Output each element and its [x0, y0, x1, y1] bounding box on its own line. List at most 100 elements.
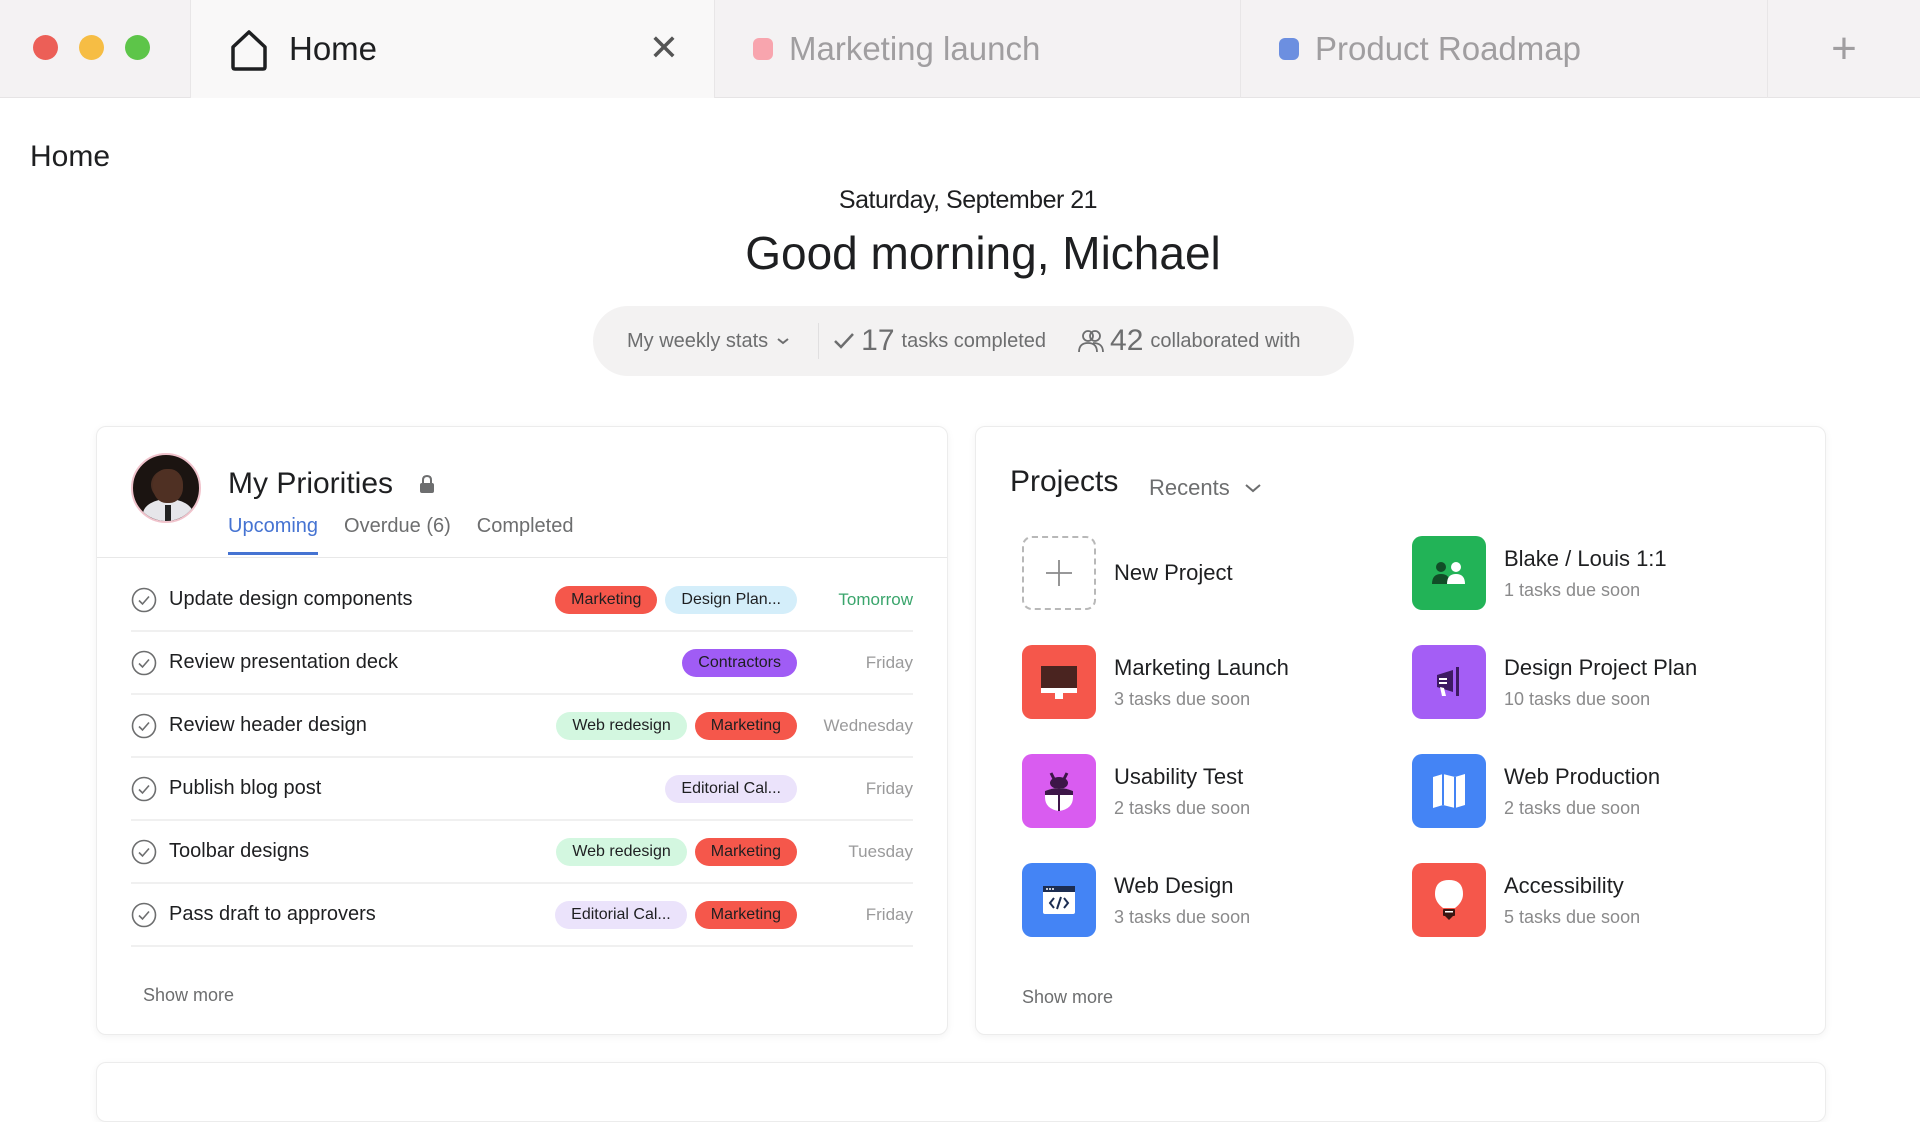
- task-row[interactable]: Publish blog post Editorial Cal... Friday: [131, 758, 913, 821]
- greeting: Good morning, Michael: [745, 227, 1221, 279]
- project-tag[interactable]: Marketing: [555, 585, 658, 614]
- weekly-stats-label: My weekly stats: [627, 329, 769, 352]
- task-row[interactable]: Toolbar designs Web redesign Marketing Tues…: [131, 821, 913, 884]
- task-list: Update design components Marketing Design …: [131, 569, 913, 947]
- project-tag[interactable]: Contractors: [682, 648, 797, 677]
- new-tab-button[interactable]: +: [1767, 0, 1920, 98]
- project-tag[interactable]: Marketing: [694, 900, 797, 929]
- map-icon: [1412, 754, 1486, 828]
- project-text: Accessibility 5 tasks due soon: [1504, 873, 1640, 928]
- my-priorities-card: My Priorities Upcoming Overdue (6) Compl…: [96, 426, 948, 1035]
- complete-task-checkbox[interactable]: [131, 587, 157, 613]
- tab-completed[interactable]: Completed: [477, 515, 574, 555]
- tab-label: Product Roadmap: [1315, 30, 1581, 67]
- project-name: Accessibility: [1504, 872, 1624, 898]
- tab-overdue[interactable]: Overdue (6): [344, 515, 451, 555]
- show-more-tasks-link[interactable]: Show more: [143, 985, 234, 1006]
- task-name[interactable]: Toolbar designs: [169, 840, 556, 863]
- check-icon: [834, 333, 855, 349]
- project-name: Web Production: [1504, 763, 1661, 789]
- project-text: New Project: [1114, 560, 1233, 586]
- project-item-marketing-launch[interactable]: Marketing Launch 3 tasks due soon: [1022, 644, 1382, 720]
- complete-task-checkbox[interactable]: [131, 650, 157, 676]
- project-text: Web Design 3 tasks due soon: [1114, 873, 1250, 928]
- task-name[interactable]: Review presentation deck: [169, 651, 682, 674]
- complete-task-checkbox[interactable]: [131, 902, 157, 928]
- project-tag[interactable]: Editorial Cal...: [555, 900, 687, 929]
- weekly-stats-dropdown[interactable]: My weekly stats: [627, 330, 790, 353]
- tab-upcoming[interactable]: Upcoming: [228, 515, 319, 555]
- project-due-count: 1 tasks due soon: [1504, 579, 1641, 600]
- window-zoom-button[interactable]: [125, 35, 150, 60]
- collaborated-count: 42: [1110, 324, 1144, 357]
- new-project-button[interactable]: New Project: [1022, 535, 1382, 611]
- task-tags: Editorial Cal...: [665, 774, 797, 803]
- project-item-web-design[interactable]: Web Design 3 tasks due soon: [1022, 862, 1382, 938]
- project-color-dot: [753, 38, 773, 60]
- tab-label: Marketing launch: [789, 30, 1041, 67]
- lock-icon: [420, 475, 434, 493]
- task-due-date: Wednesday: [823, 715, 913, 735]
- tab-marketing-launch[interactable]: Marketing launch: [714, 0, 1240, 98]
- tab-product-roadmap[interactable]: Product Roadmap: [1240, 0, 1767, 98]
- task-row[interactable]: Pass draft to approvers Editorial Cal... M…: [131, 884, 913, 947]
- complete-task-checkbox[interactable]: [131, 713, 157, 739]
- show-more-projects-link[interactable]: Show more: [1022, 987, 1113, 1008]
- task-tags: Marketing Design Plan...: [555, 585, 797, 614]
- avatar[interactable]: [131, 453, 201, 523]
- project-text: Web Production 2 tasks due soon: [1504, 764, 1660, 819]
- window-minimize-button[interactable]: [79, 35, 104, 60]
- date-label: Saturday, September 21: [838, 186, 1098, 214]
- task-name[interactable]: Pass draft to approvers: [169, 903, 555, 926]
- collaborated-label: collaborated with: [1150, 329, 1301, 352]
- recents-label: Recents: [1149, 475, 1230, 500]
- task-row[interactable]: Update design components Marketing Design …: [131, 569, 913, 632]
- project-tag[interactable]: Marketing: [694, 711, 797, 740]
- project-name: Usability Test: [1114, 763, 1244, 789]
- project-tag[interactable]: Editorial Cal...: [665, 774, 797, 803]
- divider: [97, 557, 947, 558]
- task-tags: Contractors: [682, 648, 797, 677]
- project-item-web-production[interactable]: Web Production 2 tasks due soon: [1412, 753, 1772, 829]
- project-text: Blake / Louis 1:1 1 tasks due soon: [1504, 546, 1667, 601]
- people-icon: [1412, 536, 1486, 610]
- task-row[interactable]: Review presentation deck Contractors Frida…: [131, 632, 913, 695]
- project-item-usability-test[interactable]: Usability Test 2 tasks due soon: [1022, 753, 1382, 829]
- project-name: Marketing Launch: [1114, 654, 1289, 680]
- task-name[interactable]: Update design components: [169, 588, 555, 611]
- tasks-completed-count: 17: [861, 324, 895, 357]
- task-tags: Editorial Cal... Marketing: [555, 900, 797, 929]
- next-widget-card: [96, 1062, 1826, 1122]
- tab-home[interactable]: Home ✕: [190, 0, 714, 98]
- people-icon: [1078, 330, 1104, 353]
- tab-bar: Home ✕ Marketing launch Product Roadmap …: [0, 0, 1920, 98]
- project-tag[interactable]: Web redesign: [556, 711, 687, 740]
- projects-title: Projects: [1010, 465, 1119, 498]
- task-row[interactable]: Review header design Web redesign Marketin…: [131, 695, 913, 758]
- priorities-title: My Priorities: [228, 467, 394, 500]
- close-tab-icon[interactable]: ✕: [644, 28, 684, 68]
- project-item-blake-louis-1-1[interactable]: Blake / Louis 1:1 1 tasks due soon: [1412, 535, 1772, 611]
- project-name: Design Project Plan: [1504, 654, 1698, 680]
- complete-task-checkbox[interactable]: [131, 839, 157, 865]
- project-item-design-project-plan[interactable]: Design Project Plan 10 tasks due soon: [1412, 644, 1772, 720]
- project-text: Marketing Launch 3 tasks due soon: [1114, 655, 1289, 710]
- plus-icon: [1022, 536, 1096, 610]
- tasks-completed-label: tasks completed: [901, 329, 1047, 352]
- task-name[interactable]: Publish blog post: [169, 777, 665, 800]
- project-due-count: 3 tasks due soon: [1114, 906, 1251, 927]
- project-tag[interactable]: Marketing: [694, 837, 797, 866]
- recents-dropdown[interactable]: Recents: [1149, 475, 1262, 501]
- task-due-date: Friday: [865, 778, 913, 798]
- project-tag[interactable]: Web redesign: [556, 837, 687, 866]
- project-color-dot: [1279, 38, 1299, 60]
- project-tag[interactable]: Design Plan...: [665, 585, 797, 614]
- megaphone-icon: [1412, 645, 1486, 719]
- task-tags: Web redesign Marketing: [556, 837, 797, 866]
- project-item-accessibility[interactable]: Accessibility 5 tasks due soon: [1412, 862, 1772, 938]
- lightbulb-icon: [1412, 863, 1486, 937]
- task-name[interactable]: Review header design: [169, 714, 556, 737]
- window-close-button[interactable]: [33, 35, 58, 60]
- complete-task-checkbox[interactable]: [131, 776, 157, 802]
- task-due-date: Tomorrow: [838, 589, 913, 609]
